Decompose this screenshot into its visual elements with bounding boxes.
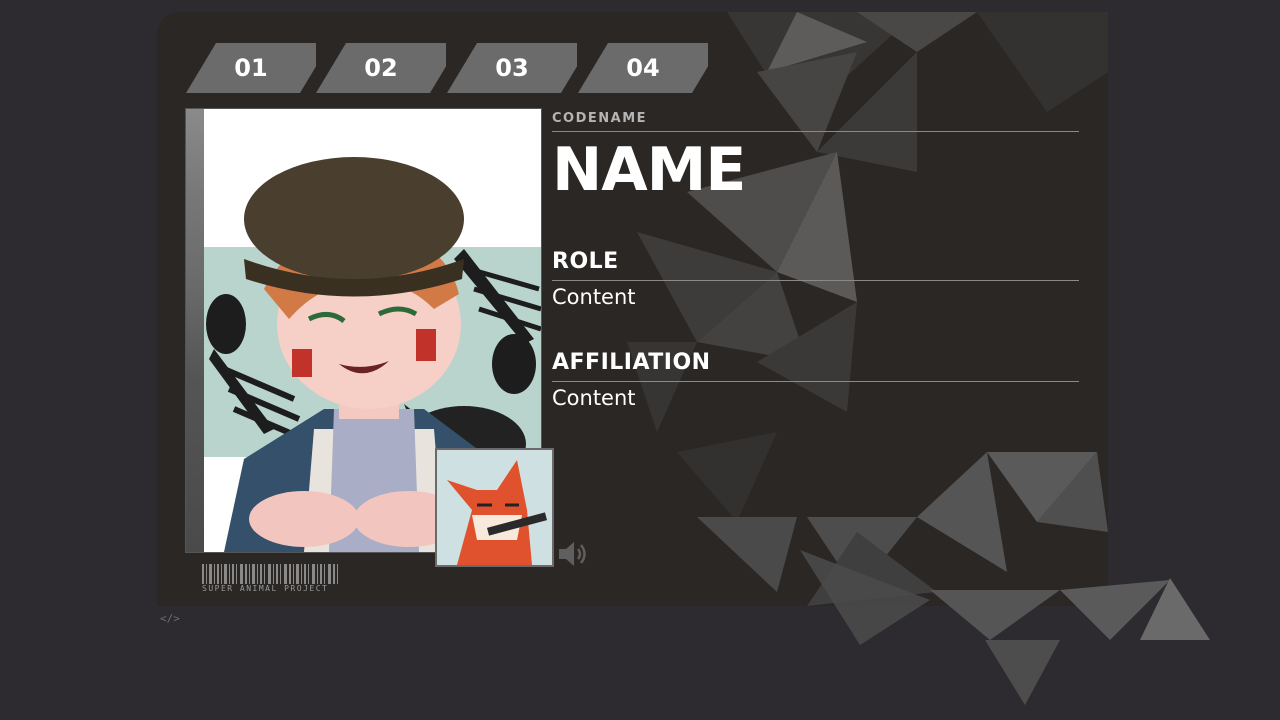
tab-label: 04	[626, 54, 660, 82]
role-content: Content	[552, 285, 636, 309]
affiliation-content: Content	[552, 386, 636, 410]
tab-01[interactable]: 01	[186, 43, 316, 93]
fox-illustration	[437, 450, 552, 565]
tab-02[interactable]: 02	[316, 43, 446, 93]
code-icon[interactable]: </>	[160, 612, 180, 625]
tab-03[interactable]: 03	[447, 43, 577, 93]
animal-thumbnail[interactable]	[435, 448, 554, 567]
tab-label: 01	[234, 54, 268, 82]
divider	[552, 280, 1079, 281]
divider	[552, 131, 1079, 132]
character-name: NAME	[552, 135, 746, 205]
tab-label: 02	[364, 54, 398, 82]
speaker-icon[interactable]	[557, 540, 589, 568]
tab-04[interactable]: 04	[578, 43, 708, 93]
role-label: ROLE	[552, 249, 619, 274]
affiliation-label: AFFILIATION	[552, 350, 711, 375]
portrait-scroll-strip[interactable]	[186, 109, 204, 552]
character-card: 01 02 03 04 SUPER ANIMAL PROJECT CODENAM…	[157, 12, 1108, 606]
barcode-graphic	[202, 564, 338, 584]
divider	[552, 381, 1079, 382]
codename-label: CODENAME	[552, 111, 648, 126]
barcode-caption: SUPER ANIMAL PROJECT	[202, 584, 329, 593]
tab-label: 03	[495, 54, 529, 82]
